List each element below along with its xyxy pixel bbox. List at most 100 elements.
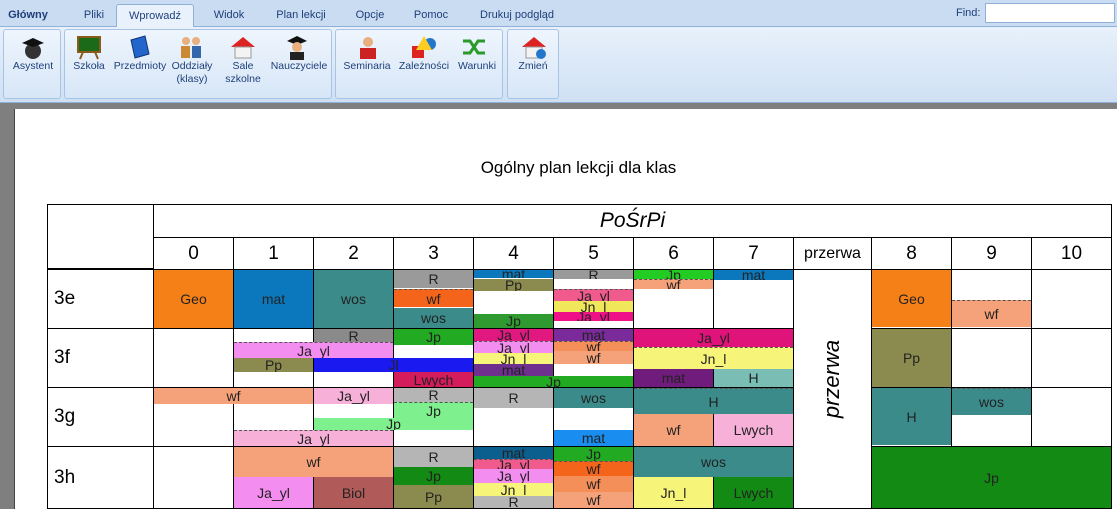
lesson-block[interactable]: wos — [554, 388, 633, 408]
tab-wprowadz[interactable]: Wprowadź — [116, 4, 194, 27]
ribbon-button-zaleznosci[interactable]: Zależności — [396, 60, 452, 73]
lesson-block[interactable]: Jp — [474, 376, 633, 387]
lesson-block[interactable]: wf — [234, 447, 393, 477]
lesson-block[interactable]: Jn_l — [634, 477, 713, 508]
ribbon-button-przedmioty[interactable]: Przedmioty — [111, 60, 169, 73]
lesson-block[interactable]: R — [474, 388, 553, 408]
tab-glowny[interactable]: Główny — [0, 4, 56, 26]
find-input[interactable] — [985, 3, 1115, 23]
lesson-block[interactable]: Jp — [634, 270, 713, 279]
tab-drukuj-podglad[interactable]: Drukuj podgląd — [470, 4, 564, 26]
lesson-block[interactable]: wf — [394, 289, 473, 307]
lesson-block[interactable]: Ja_yl — [634, 329, 793, 347]
lesson-block[interactable]: Lwych — [714, 414, 793, 446]
tab-pliki[interactable]: Pliki — [72, 4, 116, 26]
lesson-block[interactable]: Lwych — [714, 477, 793, 508]
lesson-block[interactable]: Ja_yl — [554, 289, 633, 301]
lesson-block[interactable]: wf — [554, 476, 633, 492]
lesson-block[interactable]: Ja_yl — [474, 341, 553, 353]
lesson-block[interactable]: Pp — [394, 485, 473, 508]
tab-widok[interactable]: Widok — [200, 4, 258, 26]
lesson-block[interactable]: wos — [634, 447, 793, 477]
lesson-block[interactable]: wf — [554, 341, 633, 351]
ribbon-button-seminaria[interactable]: Seminaria — [338, 60, 396, 73]
lesson-block[interactable]: wos — [314, 270, 393, 328]
lesson-block[interactable]: Jn_l — [634, 347, 793, 369]
lesson-block[interactable]: wos — [394, 308, 473, 328]
lesson-block[interactable]: wf — [952, 300, 1031, 327]
days-header: PoŚrPi — [153, 204, 1112, 238]
lesson-block[interactable]: Ja_yl — [474, 469, 553, 483]
ribbon-button-zmien[interactable]: Zmień — [508, 60, 558, 73]
tab-opcje[interactable]: Opcje — [348, 4, 392, 26]
period-header: 4 — [473, 237, 554, 270]
lesson-block[interactable]: mat — [474, 364, 553, 376]
ribbon-button-sale[interactable]: Sale szkolne — [221, 60, 265, 86]
lesson-block[interactable]: mat — [634, 369, 713, 387]
lesson-block[interactable]: H — [872, 388, 951, 445]
ribbon-button-oddzialy[interactable]: Oddziały (klasy) — [169, 60, 215, 86]
lesson-block[interactable]: Jn_l — [554, 301, 633, 312]
lesson-block[interactable]: R — [314, 329, 393, 342]
lesson-block[interactable]: wos — [952, 388, 1031, 415]
lesson-block[interactable]: Jl — [314, 358, 473, 372]
lesson-block[interactable]: wf — [634, 279, 713, 289]
lesson-block[interactable]: Geo — [872, 270, 951, 327]
lesson-block[interactable]: Pp — [872, 329, 951, 387]
lesson-block[interactable]: Geo — [154, 270, 233, 328]
lesson-block[interactable]: Biol — [314, 477, 393, 508]
lesson-block[interactable]: mat — [474, 447, 553, 459]
lesson-block[interactable]: mat — [554, 430, 633, 446]
lesson-block[interactable]: R — [474, 496, 553, 508]
ribbon: Asystent Szkoła Przedmioty Oddziały (kla… — [0, 27, 1117, 103]
period-header: 3 — [393, 237, 474, 270]
lesson-block[interactable]: Jp — [872, 447, 1111, 508]
lesson-block[interactable]: wf — [554, 351, 633, 364]
tab-pomoc[interactable]: Pomoc — [404, 4, 458, 26]
lesson-block[interactable]: Jp — [314, 418, 473, 430]
ribbon-button-asystent[interactable]: Asystent — [6, 60, 60, 73]
lesson-block[interactable]: Ja_yl — [314, 388, 393, 404]
lesson-block[interactable]: wf — [554, 461, 633, 476]
lesson-block[interactable]: Ja_yl — [474, 459, 553, 469]
tab-plan-lekcji[interactable]: Plan lekcji — [266, 4, 336, 26]
ribbon-group-change: Zmień — [507, 29, 559, 99]
lesson-block[interactable]: Ja_yl — [234, 477, 313, 508]
lesson-block[interactable]: R — [394, 447, 473, 467]
lesson-block[interactable]: wf — [154, 388, 313, 404]
lesson-block[interactable]: Pp — [474, 279, 553, 291]
class-label: 3h — [47, 446, 154, 509]
lesson-block[interactable]: mat — [234, 270, 313, 328]
lesson-block[interactable]: Jp — [394, 329, 473, 345]
lesson-block[interactable]: Jp — [554, 447, 633, 461]
lesson-block[interactable]: mat — [474, 270, 553, 278]
lesson-block[interactable]: mat — [554, 329, 633, 341]
lesson-block[interactable]: Pp — [234, 358, 313, 372]
period-header: 6 — [633, 237, 714, 270]
lesson-block[interactable]: Lwych — [394, 372, 473, 387]
lesson-block[interactable]: H — [634, 388, 793, 414]
lesson-block[interactable]: Jp — [474, 314, 553, 328]
lesson-block[interactable]: Ja_yl — [474, 329, 553, 341]
ribbon-button-warunki[interactable]: Warunki — [452, 60, 502, 73]
lesson-block[interactable]: R — [394, 388, 473, 402]
period-header: 10 — [1031, 237, 1112, 270]
period-header: 1 — [233, 237, 314, 270]
lesson-block[interactable]: mat — [714, 270, 793, 280]
lesson-block[interactable]: Ja_yl — [234, 430, 393, 446]
ribbon-group-data: Szkoła Przedmioty Oddziały (klasy) Sale … — [64, 29, 332, 99]
lesson-block[interactable]: Jn_l — [474, 483, 553, 496]
lesson-block[interactable]: R — [394, 270, 473, 288]
lesson-block[interactable]: Ja_yl — [234, 342, 393, 358]
period-header: 0 — [153, 237, 234, 270]
lesson-block[interactable]: wf — [554, 492, 633, 508]
lesson-block[interactable]: Ja_yl — [554, 312, 633, 321]
ribbon-button-szkola[interactable]: Szkoła — [69, 60, 109, 73]
lesson-block[interactable]: Jn_l — [474, 353, 553, 364]
lesson-block[interactable]: R — [554, 270, 633, 279]
lesson-block[interactable]: Jp — [394, 402, 473, 418]
lesson-block[interactable]: H — [714, 369, 793, 387]
ribbon-button-nauczyciele[interactable]: Nauczyciele — [267, 60, 331, 73]
lesson-block[interactable]: wf — [634, 414, 713, 446]
lesson-block[interactable]: Jp — [394, 467, 473, 485]
